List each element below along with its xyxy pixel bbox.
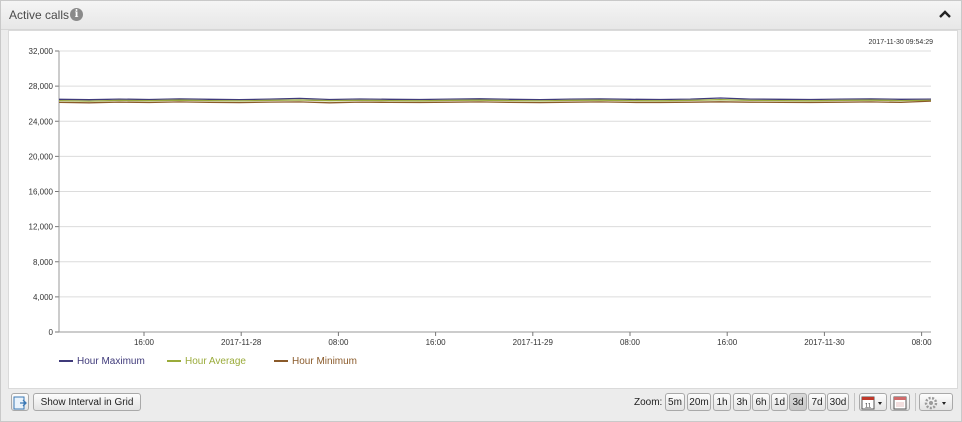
x-tick-label: 16:00 [717, 338, 738, 347]
legend-item[interactable]: Hour Maximum [59, 356, 145, 367]
toolbar-separator [854, 393, 855, 411]
gear-icon [924, 396, 946, 410]
x-tick-label: 08:00 [912, 338, 933, 347]
y-tick-label: 16,000 [29, 188, 54, 197]
x-tick-label: 08:00 [620, 338, 641, 347]
active-calls-panel: Active calls i 0 4,000 8,000 12,000 16,000 20… [0, 0, 962, 422]
zoom-6h-button[interactable]: 6h [752, 393, 770, 411]
line-chart: 0 4,000 8,000 12,000 16,000 20,000 24,000 28,00… [29, 47, 933, 347]
legend-swatch [59, 360, 73, 363]
settings-dropdown-button[interactable] [919, 393, 953, 411]
y-tick-label: 24,000 [29, 117, 54, 126]
zoom-1h-button[interactable]: 1h [713, 393, 731, 411]
zoom-30d-button[interactable]: 30d [827, 393, 849, 411]
calendar-remove-button[interactable] [890, 393, 910, 411]
zoom-20m-button[interactable]: 20m [687, 393, 711, 411]
panel-header: Active calls i [1, 1, 961, 30]
zoom-3h-button[interactable]: 3h [733, 393, 751, 411]
chart-timestamp: 2017-11-30 09:54:29 [868, 39, 933, 46]
y-tick-label: 28,000 [29, 82, 54, 91]
svg-text:11: 11 [865, 404, 872, 410]
x-tick-label: 2017-11-29 [513, 338, 554, 347]
y-tick-label: 20,000 [29, 152, 54, 161]
x-tick-label: 2017-11-28 [221, 338, 262, 347]
info-icon[interactable]: i [70, 8, 83, 21]
calendar-remove-icon [893, 396, 907, 410]
export-button[interactable] [11, 393, 29, 411]
x-tick-label: 08:00 [328, 338, 349, 347]
x-tick-label: 16:00 [134, 338, 155, 347]
bottom-toolbar: Show Interval in Grid Zoom: 5m 20m 1h 3h… [1, 389, 961, 421]
zoom-7d-button[interactable]: 7d [808, 393, 826, 411]
y-tick-label: 8,000 [33, 258, 54, 267]
show-interval-button[interactable]: Show Interval in Grid [33, 393, 141, 411]
y-tick-label: 12,000 [29, 223, 54, 232]
chart-area: 0 4,000 8,000 12,000 16,000 20,000 24,000 28,00… [8, 30, 958, 389]
legend-swatch [274, 360, 288, 363]
legend-item[interactable]: Hour Minimum [274, 356, 357, 367]
calendar-icon: 11 [861, 396, 882, 410]
x-tick-label: 2017-11-30 [804, 338, 845, 347]
y-tick-label: 0 [49, 328, 54, 337]
series-line-0 [58, 97, 932, 101]
legend-label: Hour Maximum [77, 356, 145, 367]
legend-item[interactable]: Hour Average [167, 356, 246, 367]
legend-label: Hour Average [185, 356, 246, 367]
zoom-5m-button[interactable]: 5m [665, 393, 685, 411]
calendar-dropdown-button[interactable]: 11 [859, 393, 887, 411]
export-icon [13, 396, 27, 410]
x-tick-label: 16:00 [426, 338, 447, 347]
legend-label: Hour Minimum [292, 356, 358, 367]
zoom-label: Zoom: [634, 397, 663, 408]
chevron-up-icon[interactable] [938, 7, 952, 21]
zoom-3d-button[interactable]: 3d [789, 393, 807, 411]
panel-title: Active calls [9, 8, 70, 22]
y-tick-label: 32,000 [29, 47, 54, 56]
zoom-1d-button[interactable]: 1d [771, 393, 788, 411]
y-tick-label: 4,000 [33, 293, 54, 302]
legend-swatch [167, 360, 181, 363]
toolbar-separator [915, 393, 916, 411]
